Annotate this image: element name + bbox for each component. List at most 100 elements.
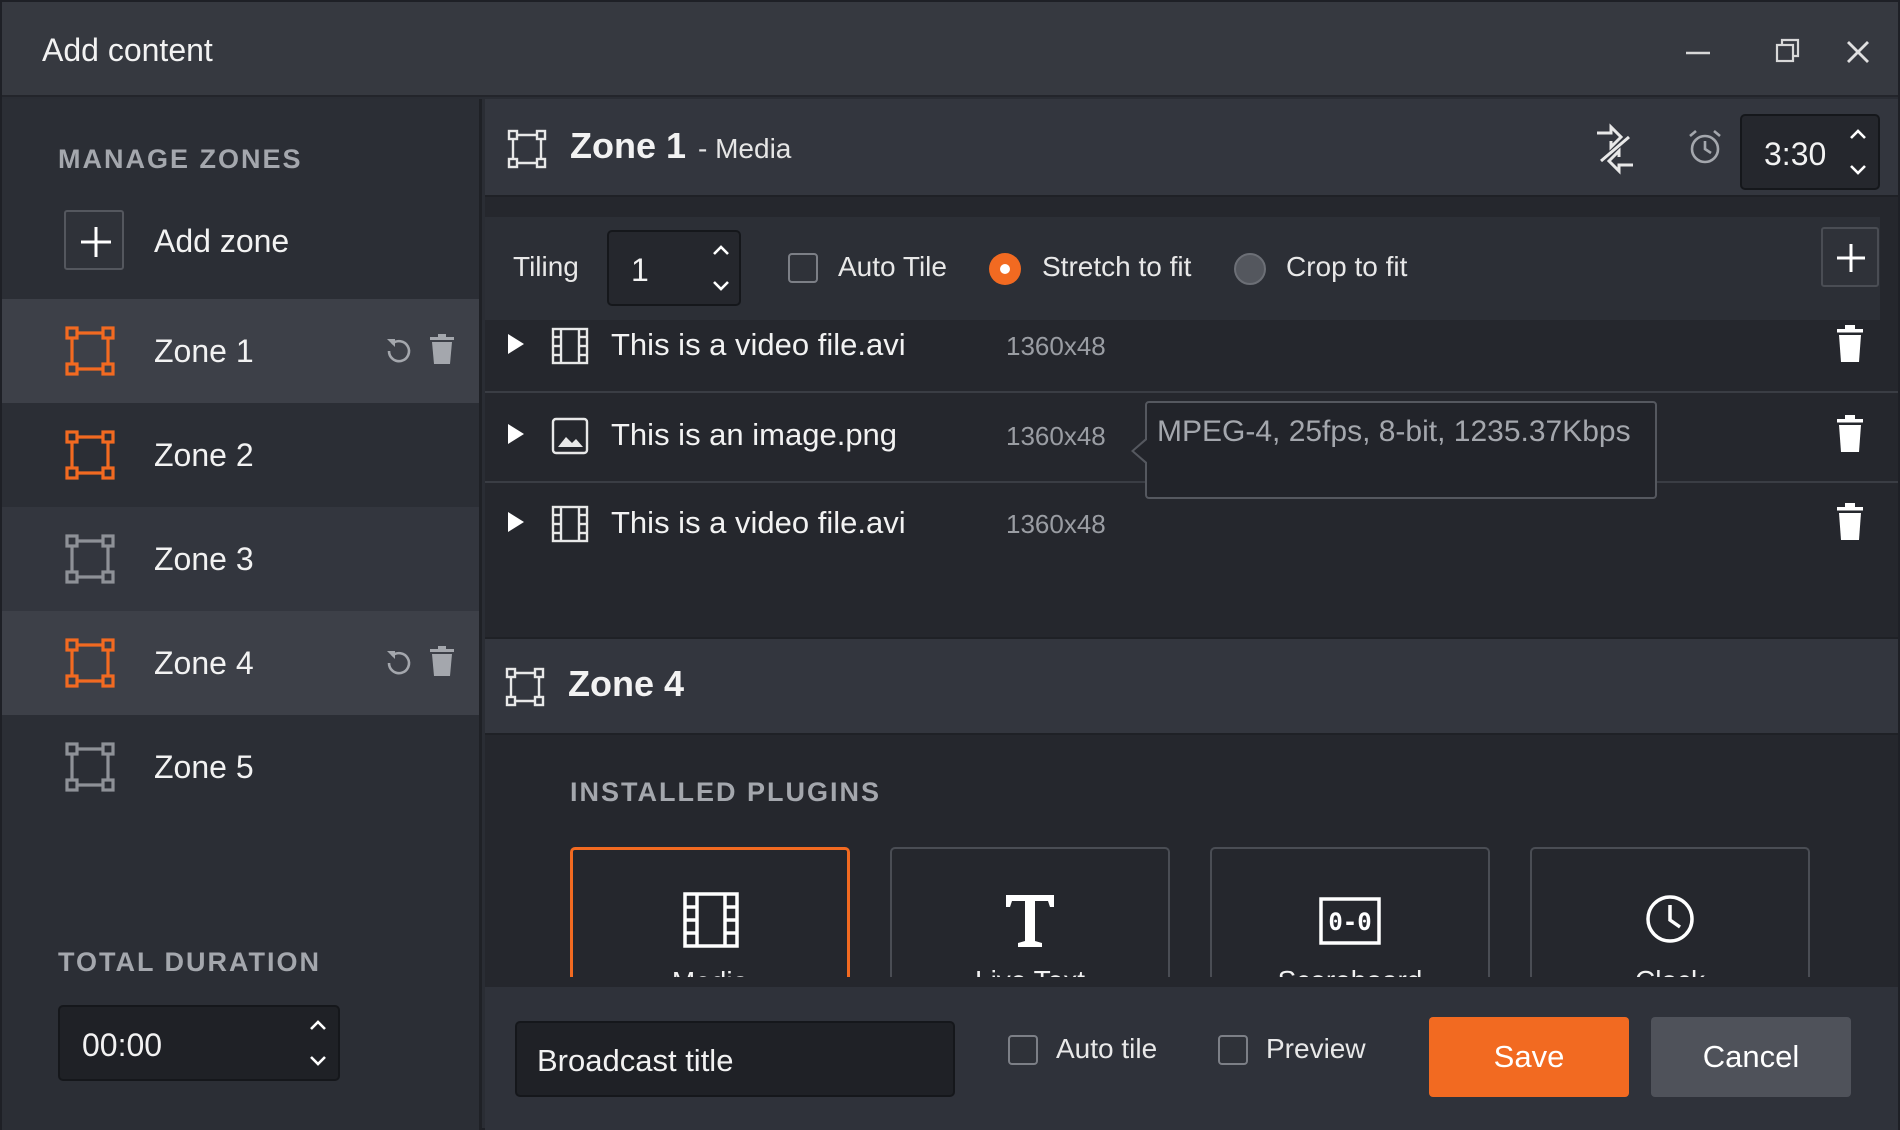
sidebar-item-zone-5[interactable]: Zone 5 xyxy=(2,715,479,819)
preview-label: Preview xyxy=(1266,1033,1366,1064)
plus-icon xyxy=(1837,244,1865,272)
zone-duration-input[interactable]: 3:30 xyxy=(1740,114,1880,190)
clock-icon xyxy=(1646,895,1694,943)
close-icon[interactable] xyxy=(1838,32,1878,72)
file-name: This is a video file.avi xyxy=(611,505,906,540)
stretch-to-fit-label: Stretch to fit xyxy=(1042,251,1192,282)
plus-icon xyxy=(64,210,124,270)
total-duration-heading: TOTAL DURATION xyxy=(58,947,321,977)
file-name: This is an image.png xyxy=(611,417,898,452)
installed-plugins-heading: INSTALLED PLUGINS xyxy=(570,777,882,807)
trash-icon[interactable] xyxy=(428,645,456,677)
reset-icon[interactable] xyxy=(384,647,414,677)
preview-checkbox[interactable] xyxy=(1218,1035,1248,1065)
alarm-clock-icon[interactable] xyxy=(1685,127,1725,167)
spinner-arrows-icon[interactable] xyxy=(709,240,733,296)
sidebar-item-zone-1[interactable]: Zone 1 xyxy=(2,299,479,403)
plugin-label: Media xyxy=(573,966,847,977)
zone-icon xyxy=(505,667,545,707)
plugin-label: Live Text xyxy=(892,965,1168,977)
plugin-label: Scoreboard xyxy=(1212,965,1488,977)
plugin-card-scoreboard[interactable]: 0-0 Scoreboard xyxy=(1210,847,1490,977)
zone-duration-value: 3:30 xyxy=(1764,136,1827,172)
tiling-label: Tiling xyxy=(513,251,579,282)
tiling-input[interactable]: 1 xyxy=(607,230,741,306)
auto-tile-footer-checkbox[interactable] xyxy=(1008,1035,1038,1065)
zone-editor: Zone 1 - Media 3:30 Tiling 1 Auto Tile S… xyxy=(485,99,1898,1130)
zone-label: Zone 4 xyxy=(154,645,254,681)
trash-icon[interactable] xyxy=(428,333,456,365)
reset-icon[interactable] xyxy=(384,335,414,365)
zone-label: Zone 5 xyxy=(154,749,254,785)
file-resolution: 1360x48 xyxy=(1006,421,1106,451)
spinner-arrows-icon[interactable] xyxy=(306,1015,330,1071)
sidebar-item-zone-2[interactable]: Zone 2 xyxy=(2,403,479,507)
zone-icon xyxy=(65,638,115,688)
title-bar: Add content xyxy=(2,2,1898,97)
stretch-to-fit-radio[interactable] xyxy=(989,253,1021,285)
zone-icon xyxy=(65,430,115,480)
text-icon xyxy=(1006,895,1054,947)
plugin-label: Clock xyxy=(1532,965,1808,977)
media-file-row[interactable]: This is a video file.avi 1360x48 xyxy=(485,305,1898,393)
expand-arrow-icon[interactable] xyxy=(505,421,527,447)
sidebar-item-zone-3[interactable]: Zone 3 xyxy=(2,507,479,611)
zone-1-header: Zone 1 - Media 3:30 xyxy=(485,99,1898,197)
trash-icon[interactable] xyxy=(1835,325,1865,363)
crop-to-fit-radio[interactable] xyxy=(1234,253,1266,285)
expand-arrow-icon[interactable] xyxy=(505,331,527,357)
film-icon xyxy=(683,892,739,948)
tiling-value: 1 xyxy=(631,252,649,288)
zone-title: Zone 4 xyxy=(568,663,685,704)
plugin-card-live-text[interactable]: Live Text xyxy=(890,847,1170,977)
zone-label: Zone 1 xyxy=(154,333,254,369)
minimize-icon[interactable] xyxy=(1678,32,1718,72)
broadcast-title-input[interactable] xyxy=(537,1041,937,1081)
zone-title: Zone 1 xyxy=(570,125,687,166)
video-file-icon xyxy=(551,327,589,365)
restore-icon[interactable] xyxy=(1768,32,1808,72)
auto-tile-label: Auto Tile xyxy=(838,251,947,282)
zone-icon xyxy=(65,534,115,584)
file-name: This is a video file.avi xyxy=(611,327,906,362)
spinner-arrows-icon[interactable] xyxy=(1846,124,1870,180)
svg-text:0-0: 0-0 xyxy=(1328,908,1371,936)
plugin-card-media[interactable]: Media xyxy=(570,847,850,977)
video-file-icon xyxy=(551,505,589,543)
zone-4-header: Zone 4 xyxy=(485,637,1898,735)
zone-icon xyxy=(507,129,547,169)
window-title: Add content xyxy=(42,32,213,68)
zones-sidebar: MANAGE ZONES Add zone Zone 1 Zone 2 Zone… xyxy=(2,99,482,1130)
file-resolution: 1360x48 xyxy=(1006,331,1106,361)
sidebar-item-zone-4[interactable]: Zone 4 xyxy=(2,611,479,715)
total-duration-input[interactable]: 00:00 xyxy=(58,1005,340,1081)
tooltip-text: MPEG-4, 25fps, 8-bit, 1235.37Kbps xyxy=(1157,415,1631,448)
dialog-footer: Auto tile Preview Save Cancel xyxy=(485,987,1898,1130)
image-file-icon xyxy=(551,417,589,455)
swap-arrows-icon[interactable] xyxy=(1587,121,1643,177)
save-button[interactable]: Save xyxy=(1429,1017,1629,1097)
zone-icon xyxy=(65,742,115,792)
broadcast-title-field[interactable] xyxy=(515,1021,955,1097)
media-info-tooltip: MPEG-4, 25fps, 8-bit, 1235.37Kbps xyxy=(1131,401,1657,499)
scoreboard-icon: 0-0 xyxy=(1319,897,1381,945)
expand-arrow-icon[interactable] xyxy=(505,509,527,535)
zone-label: Zone 3 xyxy=(154,541,254,577)
trash-icon[interactable] xyxy=(1835,503,1865,541)
plugin-card-clock[interactable]: Clock xyxy=(1530,847,1810,977)
file-resolution: 1360x48 xyxy=(1006,509,1106,539)
add-zone-button[interactable]: Add zone xyxy=(2,199,479,297)
zone-subtitle: - Media xyxy=(698,133,792,164)
auto-tile-footer-label: Auto tile xyxy=(1056,1033,1158,1064)
total-duration-value: 00:00 xyxy=(82,1027,163,1063)
cancel-button[interactable]: Cancel xyxy=(1651,1017,1851,1097)
add-media-button[interactable] xyxy=(1821,227,1879,287)
zone-label: Zone 2 xyxy=(154,437,254,473)
trash-icon[interactable] xyxy=(1835,415,1865,453)
auto-tile-checkbox[interactable] xyxy=(788,253,818,283)
zone-icon xyxy=(65,326,115,376)
manage-zones-heading: MANAGE ZONES xyxy=(58,144,303,174)
crop-to-fit-label: Crop to fit xyxy=(1286,251,1408,282)
add-zone-label: Add zone xyxy=(154,223,290,259)
add-content-window: Add content MANAGE ZONES Add zone Zone 1 xyxy=(0,0,1900,1130)
